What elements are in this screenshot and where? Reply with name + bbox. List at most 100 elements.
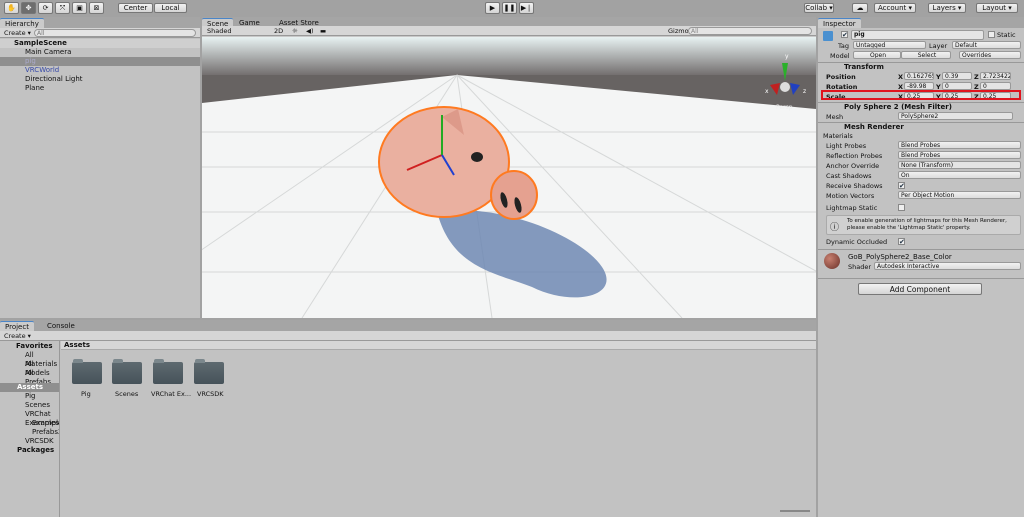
tree-item[interactable]: VRChat Examples: [0, 410, 59, 427]
axis-x-label: x: [765, 88, 769, 95]
transform-tool-button[interactable]: ⊠: [89, 2, 104, 14]
tab-console[interactable]: Console: [42, 321, 80, 331]
name-input[interactable]: pig: [851, 30, 984, 40]
hierarchy-item[interactable]: Main Camera: [0, 48, 200, 57]
assets-breadcrumb[interactable]: Assets: [61, 341, 816, 350]
hierarchy-panel: Hierarchy Create ▾ All SampleScene Main …: [0, 17, 200, 318]
favorite-item[interactable]: All Models: [0, 360, 59, 377]
axis-y-label: y: [785, 53, 789, 60]
transform-position-y-input[interactable]: 0.39: [942, 72, 972, 80]
project-tree: Favorites All Materials All Models All P…: [0, 341, 60, 517]
move-tool-button[interactable]: ✥: [21, 2, 36, 14]
project-create-button[interactable]: Create ▾: [4, 332, 31, 340]
project-panel: Project Console Create ▾ Favorites All M…: [0, 320, 816, 517]
static-checkbox[interactable]: [988, 31, 995, 38]
2d-toggle[interactable]: 2D: [274, 27, 283, 35]
renderer-prop-field[interactable]: None (Transform): [898, 161, 1021, 169]
renderer-prop-field[interactable]: Per Object Motion: [898, 191, 1021, 199]
hierarchy-item[interactable]: Directional Light: [0, 75, 200, 84]
layers-button[interactable]: Layers ▾: [928, 3, 966, 13]
transform-position-label: Position: [826, 73, 856, 81]
effects-toggle-icon[interactable]: ▬: [320, 27, 326, 35]
dynamic-occluded-checkbox[interactable]: ✔: [898, 238, 905, 246]
tab-project[interactable]: Project: [0, 321, 34, 331]
tab-inspector[interactable]: Inspector: [818, 18, 861, 28]
tree-item[interactable]: Prefabs2: [0, 428, 59, 437]
hierarchy-item-selected[interactable]: pig: [0, 57, 200, 66]
scene-search-input[interactable]: All: [688, 27, 812, 35]
shader-dropdown[interactable]: Autodesk Interactive: [874, 262, 1021, 270]
play-button[interactable]: ▶: [485, 2, 500, 14]
folder-label: Scenes: [115, 390, 139, 398]
hierarchy-search-input[interactable]: All: [34, 29, 196, 37]
transform-rotation-z-input[interactable]: 0: [980, 82, 1011, 90]
pause-button[interactable]: ❚❚: [502, 2, 517, 14]
layer-dropdown[interactable]: Default: [952, 41, 1021, 49]
folder-label: VRChat Ex...: [151, 390, 192, 398]
transform-position-z-input[interactable]: 2.723422: [980, 72, 1011, 80]
renderer-prop-field[interactable]: Blend Probes: [898, 151, 1021, 159]
tag-dropdown[interactable]: Untagged: [853, 41, 926, 49]
tab-hierarchy[interactable]: Hierarchy: [0, 18, 44, 28]
tag-label: Tag: [838, 42, 850, 50]
rect-tool-button[interactable]: ▣: [72, 2, 87, 14]
lighting-toggle-icon[interactable]: ☼: [292, 27, 298, 35]
favorite-item[interactable]: All Materials: [0, 351, 59, 368]
pivot-local-button[interactable]: Local: [154, 3, 187, 13]
step-button[interactable]: ▶❘: [519, 2, 534, 14]
mesh-field[interactable]: PolySphere2: [898, 112, 1013, 120]
hierarchy-create-button[interactable]: Create ▾: [4, 29, 31, 37]
lightmap-static-checkbox[interactable]: [898, 204, 905, 211]
materials-foldout[interactable]: Materials: [823, 132, 853, 140]
axis-label: X: [898, 73, 904, 81]
scene-viewport[interactable]: y x z Persp: [202, 37, 816, 318]
folder-icon[interactable]: [194, 359, 224, 384]
tree-item[interactable]: Scenes: [0, 401, 59, 410]
renderer-prop-label: Anchor Override: [826, 162, 880, 170]
tree-item[interactable]: Pig: [0, 392, 59, 401]
folder-icon[interactable]: [153, 359, 183, 384]
cloud-button[interactable]: ☁: [852, 3, 868, 13]
scale-tool-button[interactable]: ⤧: [55, 2, 70, 14]
transform-position-x-input[interactable]: 0.162765: [904, 72, 934, 80]
add-component-button[interactable]: Add Component: [858, 283, 982, 295]
hand-tool-button[interactable]: ✋: [4, 2, 19, 14]
packages-folder[interactable]: Packages: [0, 446, 59, 455]
rotate-tool-button[interactable]: ⟳: [38, 2, 53, 14]
tree-item[interactable]: VRCSDK: [0, 437, 59, 446]
audio-toggle-icon[interactable]: ◀): [306, 27, 314, 35]
active-checkbox[interactable]: ✔: [841, 31, 848, 39]
overrides-dropdown[interactable]: Overrides: [959, 51, 1021, 59]
transform-rotation-x-input[interactable]: -89.98: [904, 82, 934, 90]
assets-folder[interactable]: Assets: [0, 383, 59, 392]
favorites-folder[interactable]: Favorites: [0, 342, 59, 351]
shading-mode-dropdown[interactable]: Shaded: [207, 27, 231, 35]
icon-size-slider[interactable]: [780, 510, 810, 512]
mesh-label: Mesh: [826, 113, 844, 121]
layer-label: Layer: [929, 42, 948, 50]
folder-label: VRCSDK: [197, 390, 224, 398]
mesh-filter-header[interactable]: Poly Sphere 2 (Mesh Filter): [818, 102, 1024, 111]
model-open-button[interactable]: Open: [853, 51, 901, 59]
renderer-prop-field[interactable]: Blend Probes: [898, 141, 1021, 149]
transform-rotation-y-input[interactable]: 0: [942, 82, 972, 90]
receive-shadows-checkbox[interactable]: ✔: [898, 182, 905, 190]
renderer-prop-label: Light Probes: [826, 142, 867, 150]
favorite-item[interactable]: All Prefabs: [0, 369, 59, 386]
static-label: Static: [997, 31, 1016, 39]
renderer-prop-field[interactable]: On: [898, 171, 1021, 179]
account-button[interactable]: Account ▾: [874, 3, 916, 13]
model-select-button[interactable]: Select: [901, 51, 951, 59]
hierarchy-item[interactable]: VRCWorld: [0, 66, 200, 75]
axis-label: Z: [974, 73, 979, 81]
scene-root[interactable]: SampleScene: [0, 39, 200, 48]
tree-item[interactable]: Examples: [0, 419, 59, 428]
hierarchy-item[interactable]: Plane: [0, 84, 200, 93]
folder-icon[interactable]: [72, 359, 102, 384]
layout-button[interactable]: Layout ▾: [976, 3, 1018, 13]
collab-button[interactable]: Collab ▾: [804, 3, 834, 13]
pivot-center-button[interactable]: Center: [118, 3, 153, 13]
transform-header[interactable]: Transform: [818, 62, 1024, 71]
folder-icon[interactable]: [112, 359, 142, 384]
mesh-renderer-header[interactable]: Mesh Renderer: [818, 122, 1024, 131]
